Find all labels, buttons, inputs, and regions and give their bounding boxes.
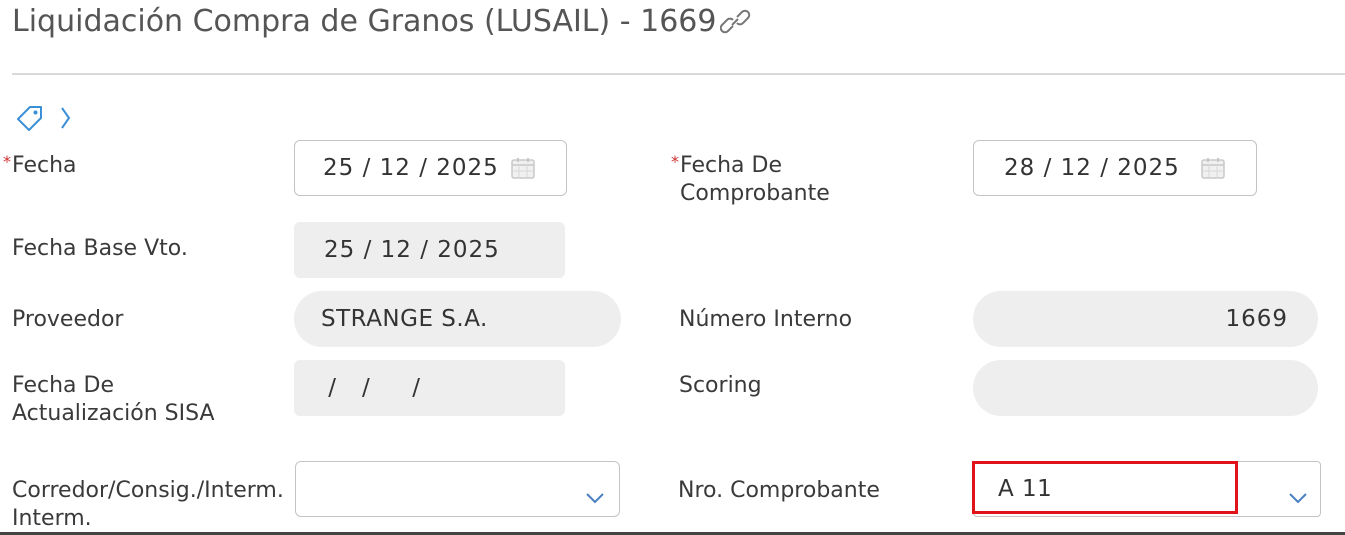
numero-interno-label: Número Interno — [679, 307, 853, 332]
fecha-comprobante-value: 28 / 12 / 2025 — [1004, 155, 1180, 181]
fecha-sisa-value: / / / — [320, 375, 422, 401]
header-divider — [12, 73, 1345, 75]
fecha-base-vto-label: Fecha Base Vto. — [12, 236, 188, 261]
corredor-label-line2: Interm. — [12, 506, 92, 531]
fecha-comprobante-label-line2: Comprobante — [680, 181, 830, 206]
fecha-comprobante-label-line1: Fecha De — [680, 153, 782, 178]
chevron-down-icon[interactable] — [1288, 484, 1308, 510]
fecha-value: 25 / 12 / 2025 — [323, 155, 499, 181]
fecha-label-text: Fecha — [12, 153, 77, 178]
page-title: Liquidación Compra de Granos (LUSAIL) - … — [12, 4, 752, 39]
scoring-label: Scoring — [679, 373, 762, 398]
required-marker: * — [3, 152, 11, 171]
fecha-base-vto-field: 25 / 12 / 2025 — [294, 222, 565, 278]
calendar-icon[interactable] — [1200, 156, 1226, 180]
link-icon[interactable] — [720, 7, 752, 37]
proveedor-value: STRANGE S.A. — [321, 306, 488, 332]
fecha-sisa-field: / / / — [294, 360, 565, 416]
proveedor-field: STRANGE S.A. — [294, 291, 621, 347]
page-title-text: Liquidación Compra de Granos (LUSAIL) - … — [12, 4, 717, 39]
fecha-base-vto-value: 25 / 12 / 2025 — [324, 237, 500, 263]
highlight-box — [972, 461, 1238, 514]
fecha-sisa-label-line1: Fecha De — [12, 373, 114, 398]
fecha-input[interactable]: 25 / 12 / 2025 — [294, 140, 567, 196]
fecha-comprobante-label: * Fecha De Comprobante — [671, 152, 830, 208]
fecha-sisa-label: Fecha De Actualización SISA — [12, 372, 215, 428]
chevron-down-icon[interactable] — [585, 484, 605, 510]
fecha-label: * Fecha — [3, 152, 77, 180]
corredor-select[interactable] — [295, 461, 620, 517]
proveedor-label: Proveedor — [12, 307, 124, 332]
numero-interno-field: 1669 — [973, 291, 1318, 347]
calendar-icon[interactable] — [510, 156, 536, 180]
required-marker: * — [671, 152, 679, 171]
tag-icon[interactable] — [16, 104, 44, 132]
nro-comprobante-label: Nro. Comprobante — [678, 478, 880, 503]
fecha-sisa-label-line2: Actualización SISA — [12, 401, 215, 426]
corredor-label: Corredor/Consig./Interm. Interm. — [12, 477, 284, 533]
scoring-field — [973, 360, 1318, 416]
corredor-label-line1: Corredor/Consig./Interm. — [12, 478, 284, 503]
chevron-right-icon[interactable] — [60, 106, 72, 130]
fecha-comprobante-input[interactable]: 28 / 12 / 2025 — [973, 140, 1257, 196]
tag-toolbar — [16, 104, 72, 132]
numero-interno-value: 1669 — [1225, 306, 1288, 332]
